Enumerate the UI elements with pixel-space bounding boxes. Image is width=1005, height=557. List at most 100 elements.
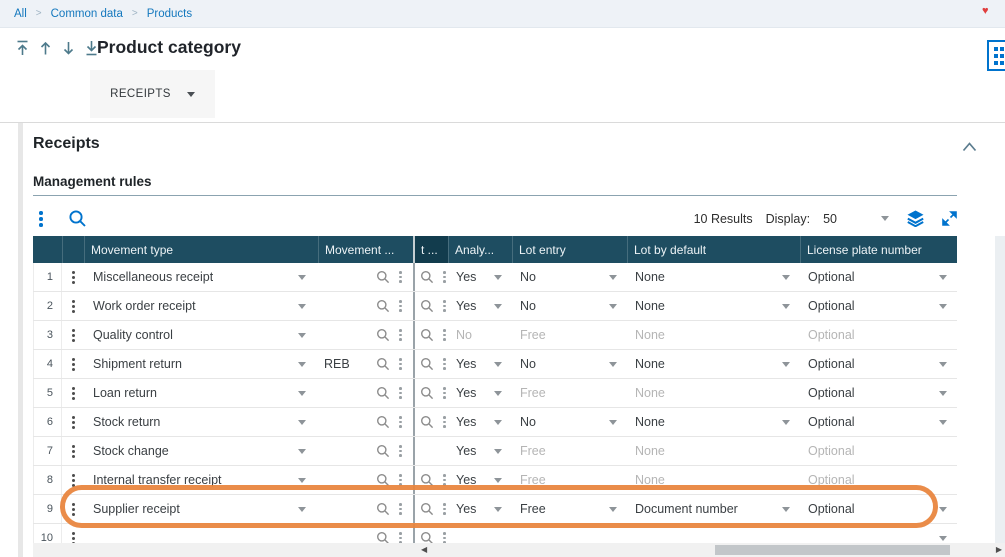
- cell-menu-icon[interactable]: [441, 385, 448, 400]
- display-value[interactable]: 50: [823, 212, 837, 226]
- lot-default-cell[interactable]: None: [627, 408, 800, 436]
- movement-type-cell[interactable]: Miscellaneous receipt: [84, 263, 318, 291]
- scroll-right-icon[interactable]: ▶: [996, 543, 1002, 557]
- analy-cell[interactable]: Yes: [448, 466, 512, 494]
- scroll-left-icon[interactable]: ◀: [421, 543, 427, 557]
- column-header-lot_entry[interactable]: Lot entry: [512, 236, 627, 263]
- column-header-lot_default[interactable]: Lot by default: [627, 236, 800, 263]
- movement-type-cell[interactable]: Shipment return: [84, 350, 318, 378]
- lot-entry-cell[interactable]: No: [512, 408, 627, 436]
- column-header-analy[interactable]: Analy...: [448, 236, 512, 263]
- magnifier-icon[interactable]: [420, 299, 434, 313]
- analy-cell[interactable]: Yes: [448, 292, 512, 320]
- magnifier-icon[interactable]: [376, 357, 390, 371]
- movement-code-cell[interactable]: [318, 321, 413, 349]
- magnifier-icon[interactable]: [376, 502, 390, 516]
- column-header-t[interactable]: t ...: [413, 236, 448, 263]
- lot-default-cell[interactable]: Document number: [627, 495, 800, 523]
- movement-code-cell[interactable]: [318, 263, 413, 291]
- layers-icon[interactable]: [907, 210, 924, 227]
- truncated-column-cell[interactable]: [413, 408, 448, 436]
- cell-menu-icon[interactable]: [397, 501, 404, 516]
- license-plate-cell[interactable]: Optional: [800, 350, 957, 378]
- row-actions-button[interactable]: [62, 292, 84, 320]
- truncated-column-cell[interactable]: [413, 466, 448, 494]
- magnifier-icon[interactable]: [420, 328, 434, 342]
- truncated-column-cell[interactable]: [413, 321, 448, 349]
- row-actions-button[interactable]: [62, 437, 84, 465]
- lot-entry-cell[interactable]: Free: [512, 495, 627, 523]
- cell-menu-icon[interactable]: [441, 472, 448, 487]
- column-header-drag[interactable]: [62, 236, 84, 263]
- license-plate-cell[interactable]: Optional: [800, 263, 957, 291]
- lot-entry-cell[interactable]: No: [512, 292, 627, 320]
- license-plate-cell[interactable]: Optional: [800, 495, 957, 523]
- breadcrumb-item-all[interactable]: All: [14, 8, 27, 20]
- movement-type-cell[interactable]: Internal transfer receipt: [84, 466, 318, 494]
- magnifier-icon[interactable]: [420, 415, 434, 429]
- movement-type-cell[interactable]: Loan return: [84, 379, 318, 407]
- breadcrumb-item-products[interactable]: Products: [147, 8, 192, 20]
- receipts-section-button[interactable]: RECEIPTS: [90, 70, 215, 118]
- lot-default-cell[interactable]: None: [627, 263, 800, 291]
- cell-menu-icon[interactable]: [397, 385, 404, 400]
- previous-record-button[interactable]: [36, 39, 54, 57]
- magnifier-icon[interactable]: [376, 444, 390, 458]
- truncated-column-cell[interactable]: [413, 379, 448, 407]
- row-actions-button[interactable]: [62, 379, 84, 407]
- breadcrumb-item-common-data[interactable]: Common data: [51, 8, 123, 20]
- cell-menu-icon[interactable]: [397, 443, 404, 458]
- row-actions-button[interactable]: [62, 408, 84, 436]
- right-panel-button[interactable]: [987, 40, 1005, 71]
- lot-entry-cell[interactable]: No: [512, 263, 627, 291]
- movement-type-cell[interactable]: Work order receipt: [84, 292, 318, 320]
- column-header-movement_type[interactable]: Movement type: [84, 236, 318, 263]
- license-plate-cell[interactable]: Optional: [800, 379, 957, 407]
- cell-menu-icon[interactable]: [441, 414, 448, 429]
- analy-cell[interactable]: Yes: [448, 437, 512, 465]
- truncated-column-cell[interactable]: [413, 495, 448, 523]
- cell-menu-icon[interactable]: [397, 356, 404, 371]
- column-header-num[interactable]: [33, 236, 62, 263]
- movement-code-cell[interactable]: [318, 408, 413, 436]
- first-record-button[interactable]: [13, 39, 31, 57]
- movement-code-cell[interactable]: [318, 292, 413, 320]
- next-record-button[interactable]: [59, 39, 77, 57]
- cell-menu-icon[interactable]: [397, 327, 404, 342]
- collapse-section-button[interactable]: [962, 139, 977, 157]
- cell-menu-icon[interactable]: [397, 472, 404, 487]
- movement-code-cell[interactable]: REB: [318, 350, 413, 378]
- movement-type-cell[interactable]: Stock return: [84, 408, 318, 436]
- row-actions-button[interactable]: [62, 466, 84, 494]
- cell-menu-icon[interactable]: [441, 298, 448, 313]
- lot-entry-cell[interactable]: No: [512, 350, 627, 378]
- truncated-column-cell[interactable]: [413, 263, 448, 291]
- analy-cell[interactable]: Yes: [448, 408, 512, 436]
- vertical-scrollbar[interactable]: [995, 236, 1005, 543]
- row-actions-button[interactable]: [62, 263, 84, 291]
- analy-cell[interactable]: Yes: [448, 495, 512, 523]
- cell-menu-icon[interactable]: [441, 501, 448, 516]
- cell-menu-icon[interactable]: [397, 298, 404, 313]
- lot-default-cell[interactable]: None: [627, 350, 800, 378]
- magnifier-icon[interactable]: [376, 473, 390, 487]
- movement-type-cell[interactable]: Stock change: [84, 437, 318, 465]
- truncated-column-cell[interactable]: [413, 350, 448, 378]
- movement-code-cell[interactable]: [318, 495, 413, 523]
- display-dropdown-caret[interactable]: [881, 216, 889, 221]
- analy-cell[interactable]: Yes: [448, 263, 512, 291]
- magnifier-icon[interactable]: [376, 328, 390, 342]
- magnifier-icon[interactable]: [376, 415, 390, 429]
- analy-cell[interactable]: Yes: [448, 350, 512, 378]
- row-actions-button[interactable]: [62, 350, 84, 378]
- cell-menu-icon[interactable]: [441, 356, 448, 371]
- expand-icon[interactable]: [942, 211, 957, 226]
- movement-type-cell[interactable]: Quality control: [84, 321, 318, 349]
- magnifier-icon[interactable]: [420, 502, 434, 516]
- cell-menu-icon[interactable]: [397, 269, 404, 284]
- magnifier-icon[interactable]: [420, 357, 434, 371]
- cell-menu-icon[interactable]: [441, 269, 448, 284]
- movement-code-cell[interactable]: [318, 466, 413, 494]
- row-actions-button[interactable]: [62, 321, 84, 349]
- magnifier-icon[interactable]: [420, 473, 434, 487]
